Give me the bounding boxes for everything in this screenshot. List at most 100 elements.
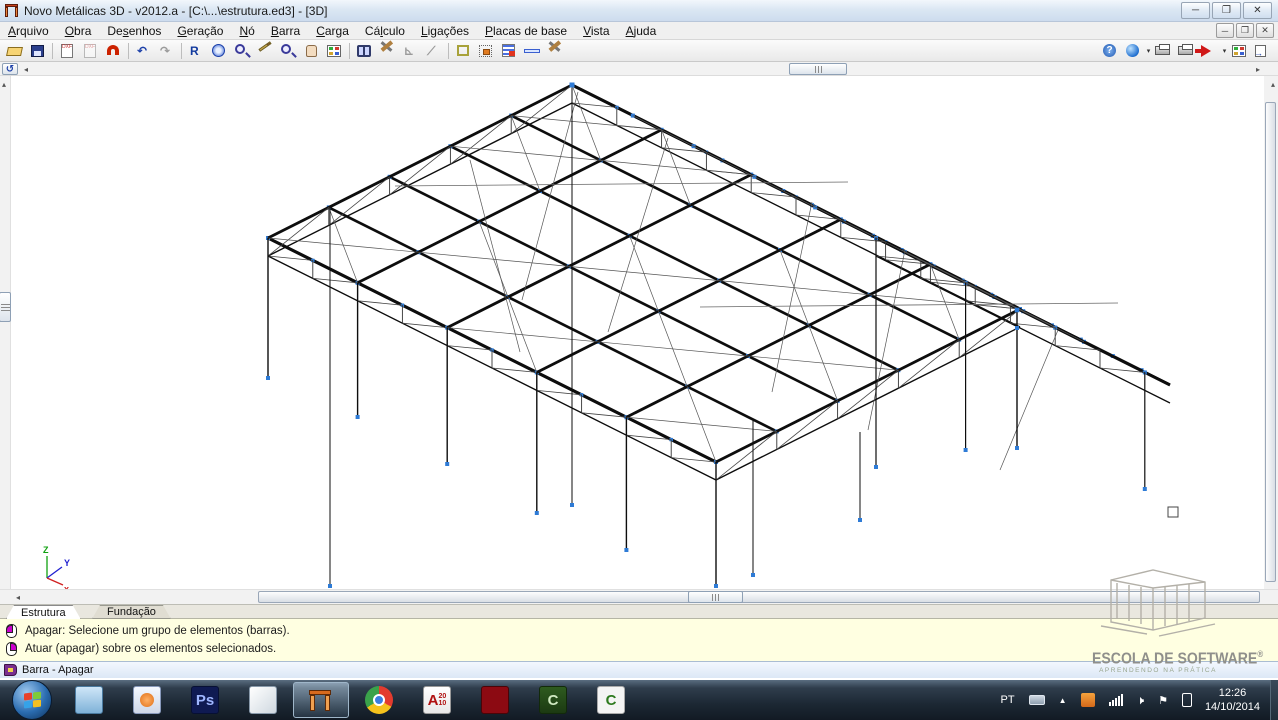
display-config-icon[interactable] — [1229, 42, 1250, 60]
taskbar-app-acrobat[interactable] — [467, 682, 523, 718]
menu-arquivo[interactable]: Arquivo — [0, 23, 57, 39]
pick-box-cursor — [1168, 507, 1178, 517]
taskbar-app-autocad[interactable]: A2010 — [409, 682, 465, 718]
menu-desenhos[interactable]: Desenhos — [99, 23, 169, 39]
view-previous-icon[interactable] — [324, 42, 345, 60]
menu-placas-de-base[interactable]: Placas de base — [477, 23, 575, 39]
menu-cálculo[interactable]: Cálculo — [357, 23, 413, 39]
taskbar-app-chrome[interactable] — [351, 682, 407, 718]
show-desktop-button[interactable] — [1270, 680, 1278, 720]
import-dxf-icon[interactable]: DXF — [80, 42, 101, 60]
scroll-right-arrow[interactable]: ▸ — [1256, 65, 1260, 74]
export-icon[interactable] — [1199, 42, 1220, 60]
rotation-scrollbar-horizontal[interactable]: ↺ ◂ ▸ — [0, 62, 1278, 76]
power-icon[interactable] — [1182, 693, 1192, 707]
menu-bar: ArquivoObraDesenhosGeraçãoNóBarraCargaCá… — [0, 22, 1278, 40]
pan-grip-horizontal[interactable] — [688, 591, 743, 603]
rotation-grip-horizontal[interactable] — [789, 63, 847, 75]
minimize-button[interactable]: ─ — [1181, 2, 1210, 19]
orthogonal-icon[interactable]: ⊾ — [400, 42, 421, 60]
start-button[interactable] — [12, 680, 52, 720]
message-panel: Apagar: Selecione um grupo de elementos … — [0, 618, 1278, 661]
scroll-left-arrow[interactable]: ◂ — [24, 65, 28, 74]
menu-ligações[interactable]: Ligações — [413, 23, 477, 39]
taskbar-app-camtasia[interactable]: C — [525, 682, 581, 718]
web-dropdown[interactable]: ▾ — [1145, 47, 1152, 55]
hint-message: Apagar: Selecione um grupo de elementos … — [6, 622, 1278, 640]
hint-text: Apagar: Selecione um grupo de elementos … — [25, 625, 290, 637]
zoom-x2-icon[interactable] — [232, 42, 253, 60]
hint-message: Atuar (apagar) sobre os elementos seleci… — [6, 640, 1278, 658]
clock[interactable]: 12:2614/10/2014 — [1205, 686, 1260, 714]
show-hidden-icons[interactable]: ▲ — [1059, 694, 1067, 706]
undo-icon[interactable]: ↶ — [133, 42, 154, 60]
mdi-minimize-button[interactable]: ─ — [1216, 23, 1234, 38]
pan-icon[interactable] — [301, 42, 322, 60]
taskbar-app-camtasia-recorder[interactable]: C — [583, 682, 639, 718]
move-icon[interactable] — [377, 42, 398, 60]
menu-barra[interactable]: Barra — [263, 23, 308, 39]
selection-icon[interactable] — [476, 42, 497, 60]
exit-icon[interactable] — [1252, 42, 1273, 60]
close-button[interactable]: ✕ — [1243, 2, 1272, 19]
capture-magnet-icon[interactable] — [103, 42, 124, 60]
action-center-flag-icon[interactable]: ⚑ — [1158, 694, 1168, 707]
new-window-icon[interactable] — [453, 42, 474, 60]
scroll-up-arrow[interactable]: ▴ — [2, 80, 6, 89]
zoom-extents-icon[interactable] — [209, 42, 230, 60]
menu-geração[interactable]: Geração — [169, 23, 231, 39]
taskbar-app-explorer[interactable] — [61, 682, 117, 718]
web-icon[interactable] — [1123, 42, 1144, 60]
taskbar-app-photoshop[interactable]: Ps — [177, 682, 233, 718]
model-viewport[interactable]: ZYx — [11, 76, 1264, 589]
view-undo-button[interactable]: ↺ — [2, 63, 18, 75]
export-dxf-icon[interactable]: DXF — [57, 42, 78, 60]
menu-vista[interactable]: Vista — [575, 23, 617, 39]
mdi-close-button[interactable]: ✕ — [1256, 23, 1274, 38]
help-icon[interactable]: ? — [1100, 42, 1121, 60]
save-icon[interactable] — [27, 42, 48, 60]
menu-nó[interactable]: Nó — [231, 23, 262, 39]
taskbar-app-media-player[interactable] — [119, 682, 175, 718]
mouse-left-icon — [6, 624, 17, 638]
search-icon[interactable] — [354, 42, 375, 60]
layers-icon[interactable] — [499, 42, 520, 60]
zoom-window-icon[interactable] — [255, 42, 276, 60]
vertical-scrollbar[interactable]: ▴ — [1264, 76, 1278, 589]
menu-ajuda[interactable]: Ajuda — [618, 23, 665, 39]
open-icon[interactable] — [4, 42, 25, 60]
snap-line-icon[interactable]: ⟋ — [423, 42, 444, 60]
tray-date: 14/10/2014 — [1205, 700, 1260, 714]
network-icon[interactable] — [1109, 694, 1123, 706]
scroll-up-arrow-right[interactable]: ▴ — [1271, 80, 1275, 89]
volume-icon[interactable]: 🕨 — [1137, 693, 1145, 708]
print-preview-icon[interactable] — [1176, 42, 1197, 60]
menu-obra[interactable]: Obra — [57, 23, 100, 39]
tab-estrutura[interactable]: Estrutura — [6, 605, 81, 619]
restore-button[interactable]: ❐ — [1212, 2, 1241, 19]
horizontal-scroll-thumb[interactable] — [258, 591, 1260, 603]
configuration-tools-icon[interactable] — [545, 42, 566, 60]
keyboard-icon[interactable] — [1029, 695, 1045, 705]
horizontal-scrollbar[interactable]: ◂ — [0, 589, 1278, 604]
status-text: Barra - Apagar — [22, 664, 94, 676]
taskbar-app-notepad[interactable] — [235, 682, 291, 718]
redraw-icon[interactable]: R — [186, 42, 207, 60]
taskbar-app-metalicas-3d[interactable] — [293, 682, 349, 718]
windows-taskbar: Ps A2010 CC PT ▲ 🕨 ⚑ 12:2614/10/2014 — [0, 680, 1278, 720]
mdi-restore-button[interactable]: ❐ — [1236, 23, 1254, 38]
tab-fundação[interactable]: Fundação — [92, 605, 171, 619]
menu-carga[interactable]: Carga — [308, 23, 357, 39]
redo-icon[interactable]: ↷ — [156, 42, 177, 60]
vertical-scroll-thumb[interactable] — [1265, 102, 1276, 582]
zoom-previous-icon[interactable] — [278, 42, 299, 60]
rotation-grip-vertical[interactable] — [0, 292, 11, 322]
export-dropdown[interactable]: ▾ — [1221, 47, 1228, 55]
language-indicator[interactable]: PT — [1001, 694, 1015, 706]
print-icon[interactable] — [1153, 42, 1174, 60]
structure-wireframe: ZYx — [11, 76, 1264, 589]
rotation-scrollbar-vertical[interactable]: ▴ — [0, 76, 11, 589]
scroll-left-arrow-bottom[interactable]: ◂ — [16, 593, 20, 602]
java-update-icon[interactable] — [1081, 693, 1095, 707]
measure-icon[interactable] — [522, 42, 543, 60]
